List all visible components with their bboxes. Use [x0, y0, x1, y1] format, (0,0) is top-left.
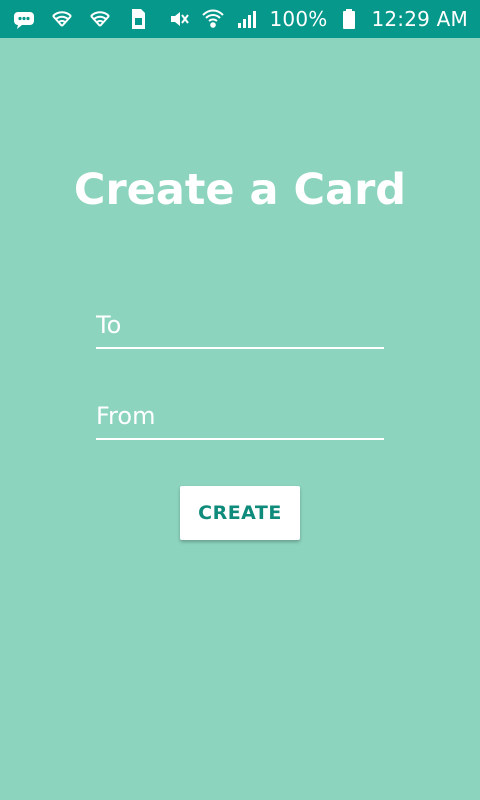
page-title: Create a Card [73, 165, 407, 215]
status-left [12, 0, 150, 38]
to-input[interactable] [96, 309, 384, 347]
create-button[interactable]: CREATE [180, 486, 300, 540]
chat-icon [12, 7, 36, 31]
from-field[interactable] [96, 400, 384, 440]
main-content: Create a Card CREATE [0, 38, 480, 800]
shield-icon [88, 7, 112, 31]
wifi-icon [201, 7, 225, 31]
shield-icon [50, 7, 74, 31]
clock: 12:29 AM [371, 7, 468, 31]
status-bar: 100% 12:29 AM [0, 0, 480, 38]
battery-icon [337, 7, 361, 31]
status-right: 100% 12:29 AM [167, 0, 468, 38]
vibrate-icon [167, 7, 191, 31]
signal-icon [235, 7, 259, 31]
to-field[interactable] [96, 309, 384, 349]
battery-percent: 100% [269, 7, 328, 31]
sim-icon [126, 7, 150, 31]
from-input[interactable] [96, 400, 384, 438]
